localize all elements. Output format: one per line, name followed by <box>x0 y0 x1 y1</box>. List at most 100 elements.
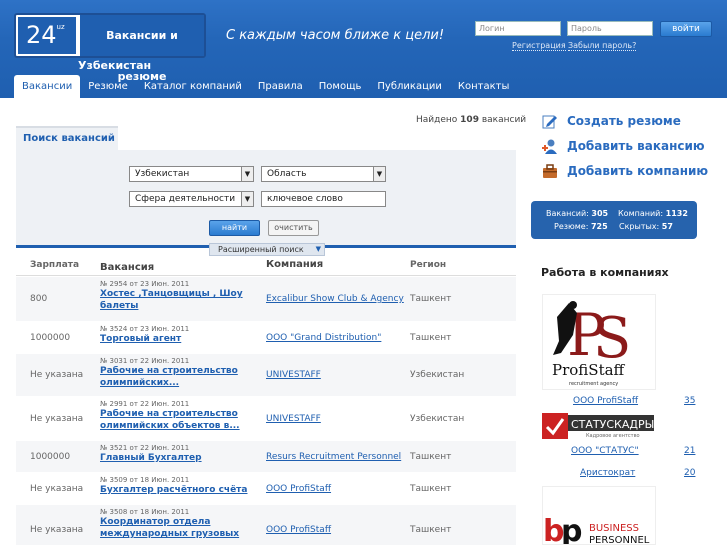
nav-publications[interactable]: Публикации <box>369 75 449 98</box>
vacancy-meta: № 2991 от 22 Июн. 2011 <box>100 400 190 408</box>
login-button[interactable]: войти <box>660 21 712 37</box>
vacancies-table: Зарплата Вакансия Компания Регион 800 № … <box>16 255 516 545</box>
clear-button[interactable]: очистить <box>268 220 319 236</box>
company-link[interactable]: ООО "Grand Distribution" <box>266 332 381 344</box>
chevron-down-icon: ▼ <box>315 245 321 253</box>
vacancy-meta: № 3521 от 22 Июн. 2011 <box>100 444 190 452</box>
country-label: Узбекистан <box>78 59 152 72</box>
site-stats: Вакансий: 305 Компаний: 1132 Резюме: 725… <box>531 201 697 239</box>
chevron-down-icon: ▼ <box>241 167 253 181</box>
vacancy-link[interactable]: Координатор отдела международных грузовы… <box>100 516 266 540</box>
login-input[interactable]: Логин <box>475 21 561 36</box>
logo-mark: 24uz <box>18 17 76 54</box>
nav-resumes[interactable]: Резюме <box>80 75 136 98</box>
site-logo[interactable]: 24uz Вакансии и резюме <box>14 13 206 83</box>
create-resume-link[interactable]: Создать резюме <box>542 113 681 129</box>
table-header: Зарплата Вакансия Компания Регион <box>16 255 516 276</box>
header-vacancy[interactable]: Вакансия <box>100 255 266 275</box>
header-company[interactable]: Компания <box>266 255 410 275</box>
company-profistaff-link[interactable]: ООО ProfiStaff <box>573 396 638 406</box>
add-vacancy-link[interactable]: Добавить вакансию <box>542 138 705 154</box>
company-link[interactable]: UNIVESTAFF <box>266 413 321 425</box>
search-panel: Узбекистан ▼ Область ▼ Сфера деятельности ▼… <box>16 150 516 248</box>
region-cell: Узбекистан <box>410 413 465 424</box>
company-status-count[interactable]: 21 <box>684 446 695 456</box>
tab-search-vacancies[interactable]: Поиск вакансий <box>16 126 118 150</box>
company-status-link[interactable]: ООО "СТАТУС" <box>571 446 639 456</box>
table-row: 800 № 2954 от 23 Июн. 2011 Хостес ,Танцов… <box>16 276 516 321</box>
site-header: 24uz Вакансии и резюме Узбекистан С кажд… <box>0 0 727 98</box>
advanced-search-toggle[interactable]: Расширенный поиск ▼ <box>209 243 325 256</box>
company-link[interactable]: ООО ProfiStaff <box>266 524 331 536</box>
region-cell: Узбекистан <box>410 370 465 380</box>
country-select[interactable]: Узбекистан ▼ <box>129 166 254 182</box>
svg-text:Кадровое агентство: Кадровое агентство <box>586 433 640 439</box>
company-link[interactable]: Resurs Recruitment Personnel <box>266 451 401 463</box>
status-kadry-logo[interactable]: СТАТУСКАДРЫ Кадровое агентство <box>542 413 656 439</box>
region-cell: Ташкент <box>410 294 452 304</box>
table-row: 1000000 № 3524 от 23 Июн. 2011 Торговый а… <box>16 321 516 353</box>
found-count: Найдено 109 вакансий <box>416 115 527 125</box>
chevron-down-icon: ▼ <box>241 192 253 206</box>
stat-vacancies: Вакансий: 305 <box>546 209 609 218</box>
region-cell: Ташкент <box>410 332 452 343</box>
vacancy-link[interactable]: Рабочие на строительство олимпийских объ… <box>100 408 266 432</box>
find-button[interactable]: найти <box>209 220 260 236</box>
svg-text:p: p <box>561 514 582 545</box>
vacancy-meta: № 3509 от 18 Июн. 2011 <box>100 476 190 484</box>
sphere-select[interactable]: Сфера деятельности ▼ <box>129 191 254 207</box>
add-user-icon <box>542 139 557 154</box>
company-profistaff-count[interactable]: 35 <box>684 396 695 406</box>
password-input[interactable]: Пароль <box>567 21 653 36</box>
keyword-input[interactable]: ключевое слово <box>261 191 386 207</box>
vacancy-meta: № 3524 от 23 Июн. 2011 <box>100 325 190 333</box>
main-nav: Вакансии Резюме Каталог компаний Правила… <box>14 75 517 98</box>
add-company-link[interactable]: Добавить компанию <box>542 163 708 179</box>
table-row: Не указана № 2991 от 22 Июн. 2011 Рабочие… <box>16 396 516 440</box>
company-link[interactable]: ООО ProfiStaff <box>266 483 331 495</box>
company-link[interactable]: UNIVESTAFF <box>266 369 321 381</box>
salary-cell: Не указана <box>30 524 84 535</box>
vacancy-link[interactable]: Бухгалтер расчётного счёта <box>100 484 266 496</box>
company-aristokrat-link[interactable]: Аристократ <box>580 468 635 478</box>
edit-icon <box>542 115 557 129</box>
region-cell: Ташкент <box>410 451 452 462</box>
region-select[interactable]: Область ▼ <box>261 166 386 182</box>
forgot-password-link[interactable]: Забыли пароль? <box>568 41 637 51</box>
nav-help[interactable]: Помощь <box>311 75 370 98</box>
svg-text:recruitment agency: recruitment agency <box>569 381 618 387</box>
register-link[interactable]: Регистрация <box>512 41 566 51</box>
vacancy-link[interactable]: Рабочие на строительство олимпийских... <box>100 365 266 389</box>
profistaff-logo-image: P S ProfiStaff recruitment agency <box>552 301 631 387</box>
nav-company-catalog[interactable]: Каталог компаний <box>136 75 250 98</box>
salary-cell: Не указана <box>30 413 84 424</box>
business-personnel-logo-image: b p BUSINESS PERSONNEL <box>543 514 650 545</box>
nav-contacts[interactable]: Контакты <box>450 75 517 98</box>
table-row: Не указана № 3509 от 18 Июн. 2011 Бухгалт… <box>16 472 516 504</box>
region-cell: Ташкент <box>410 524 452 535</box>
svg-text:BUSINESS: BUSINESS <box>589 523 639 534</box>
found-number: 109 <box>460 115 479 125</box>
salary-cell: 800 <box>30 294 48 304</box>
salary-cell: Не указана <box>30 370 84 380</box>
profistaff-logo[interactable]: P S ProfiStaff recruitment agency <box>542 294 656 390</box>
vacancy-link[interactable]: Главный Бухгалтер <box>100 452 266 464</box>
company-link[interactable]: Excalibur Show Club & Agency <box>266 293 404 305</box>
status-kadry-logo-image: СТАТУСКАДРЫ Кадровое агентство <box>542 413 654 439</box>
chevron-down-icon: ▼ <box>373 167 385 181</box>
company-aristokrat-count[interactable]: 20 <box>684 468 695 478</box>
svg-text:ProfiStaff: ProfiStaff <box>552 361 626 379</box>
stat-companies: Компаний: 1132 <box>618 209 688 218</box>
svg-text:СТАТУСКАДРЫ: СТАТУСКАДРЫ <box>571 418 654 431</box>
header-salary[interactable]: Зарплата <box>16 255 100 275</box>
nav-vacancies[interactable]: Вакансии <box>14 75 81 98</box>
business-personnel-logo[interactable]: b p BUSINESS PERSONNEL <box>542 486 656 545</box>
header-region[interactable]: Регион <box>410 255 516 275</box>
stat-hidden: Скрытых: 57 <box>619 222 673 231</box>
vacancy-link[interactable]: Хостес ,Танцовщицы , Шоу балеты <box>100 288 266 312</box>
salary-cell: 1000000 <box>30 451 71 462</box>
nav-rules[interactable]: Правила <box>250 75 311 98</box>
table-row: 1000000 № 3521 от 22 Июн. 2011 Главный Бу… <box>16 440 516 472</box>
vacancy-link[interactable]: Торговый агент <box>100 333 266 345</box>
stat-resumes: Резюме: 725 <box>554 222 608 231</box>
